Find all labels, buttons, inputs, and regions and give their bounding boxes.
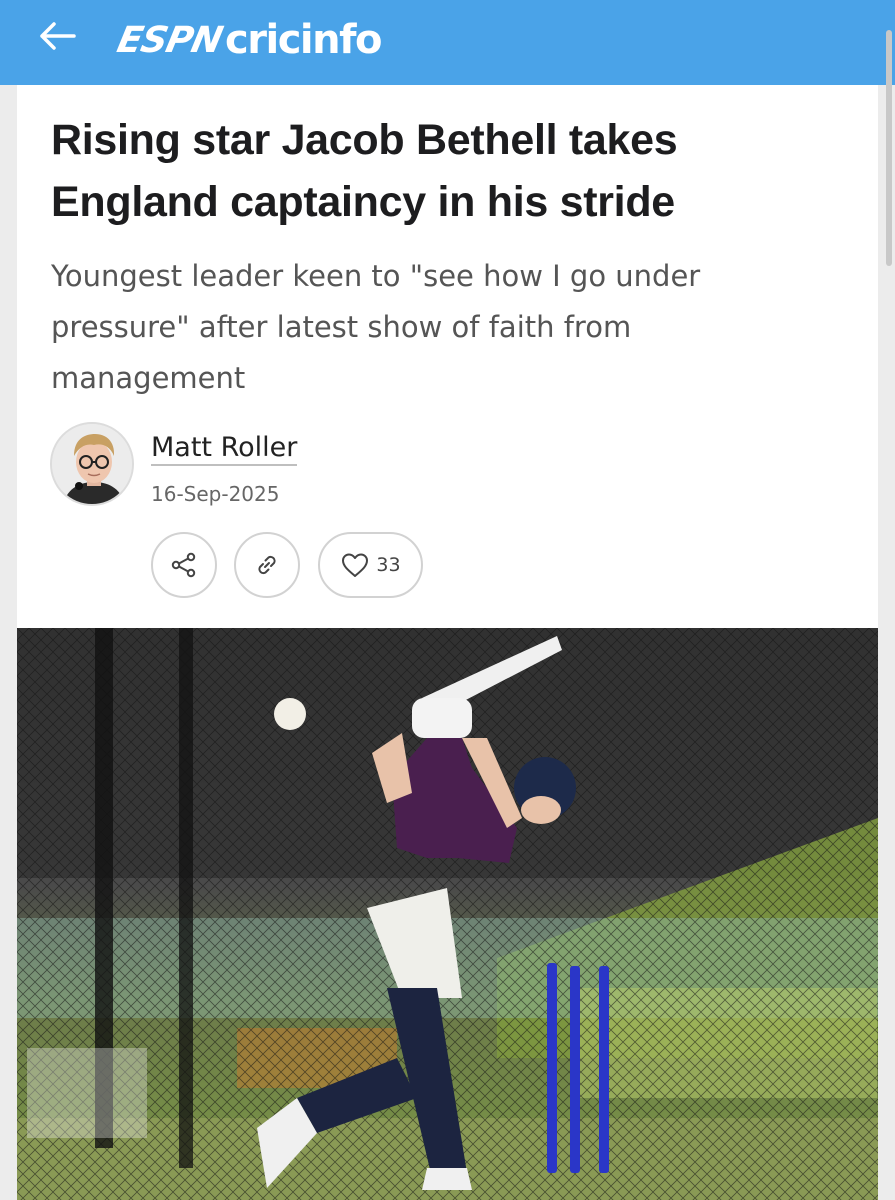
logo-cricinfo-text: cricinfo [225,17,382,63]
author-avatar[interactable] [50,422,134,506]
logo-espn-text: ESPN [113,19,226,61]
stumps [547,963,609,1173]
heart-icon [342,553,369,577]
scrollbar[interactable] [886,30,892,266]
author-name-link[interactable]: Matt Roller [151,432,298,466]
article-headline: Rising star Jacob Bethell takes England … [51,116,678,226]
article-card: Rising star Jacob Bethell takes England … [17,85,878,1200]
publish-date: 16-Sep-2025 [151,482,280,506]
hero-photo[interactable] [17,628,878,1200]
like-button[interactable]: 33 [318,532,423,598]
top-app-bar: ESPN cricinfo [0,0,895,85]
back-button[interactable] [36,18,80,54]
share-button[interactable] [151,532,217,598]
link-icon [258,555,276,575]
share-icon [171,552,196,578]
hero-photo-illustration [17,628,878,1200]
author-portrait [52,424,132,504]
article-subheadline: Youngest leader keen to "see how I go un… [51,259,701,395]
espncricinfo-logo[interactable]: ESPN cricinfo [114,10,383,70]
like-count: 33 [376,554,401,576]
copy-link-button[interactable] [234,532,300,598]
arrow-left-icon [40,22,76,50]
